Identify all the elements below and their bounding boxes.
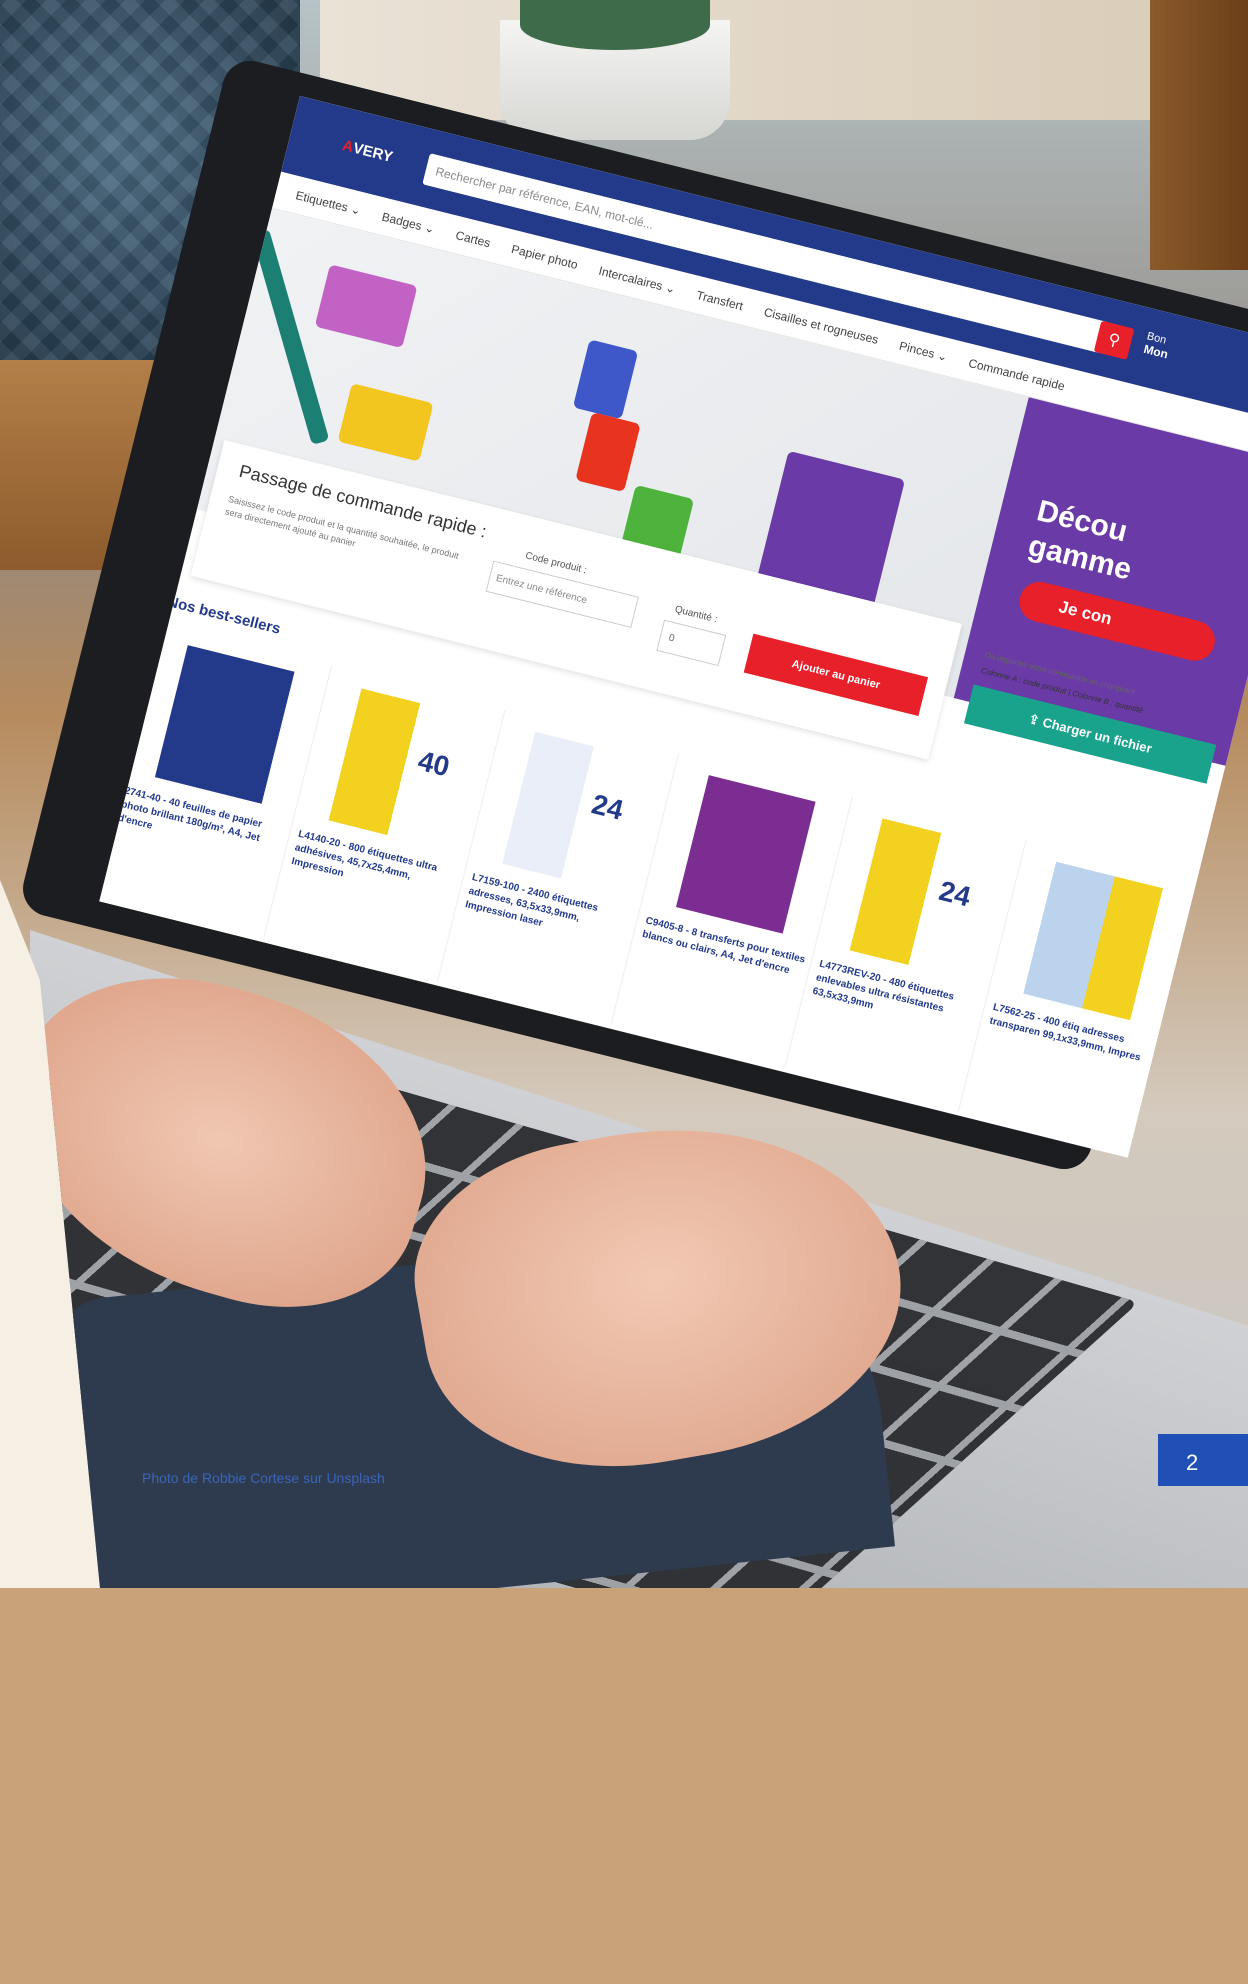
quantity-input[interactable]: 0 — [656, 619, 727, 667]
window — [320, 0, 1248, 120]
promo-title: Décou gamme — [1024, 494, 1135, 587]
product-image: 24 — [502, 731, 642, 891]
product-image — [154, 645, 295, 804]
plant — [520, 0, 710, 50]
page-number: 2 — [1158, 1434, 1248, 1486]
lanyard-image — [251, 228, 330, 446]
nav-item-intercalaires[interactable]: Intercalaires ⌄ — [597, 263, 677, 296]
nav-item-papier-photo[interactable]: Papier photo — [510, 241, 579, 271]
badge-image-yellow — [337, 383, 434, 462]
product-image: 40 — [328, 688, 469, 848]
product-image — [1023, 861, 1163, 1021]
nav-item-etiquettes[interactable]: Etiquettes ⌄ — [294, 188, 362, 218]
nav-item-cartes[interactable]: Cartes — [454, 228, 492, 250]
photo-scene: A VERY Rechercher par référence, EAN, mot… — [0, 0, 1248, 1588]
product-image — [675, 775, 816, 934]
nav-item-badges[interactable]: Badges ⌄ — [380, 209, 436, 236]
add-to-cart-button[interactable]: Ajouter au panier — [743, 633, 929, 717]
photo-credit: Photo de Robbie Cortese sur Unsplash — [142, 1470, 385, 1486]
badge-image-pink — [314, 264, 418, 349]
nav-item-transfert[interactable]: Transfert — [695, 288, 745, 313]
badge-image-blue — [572, 339, 639, 420]
nav-item-pinces[interactable]: Pinces ⌄ — [898, 338, 949, 364]
quantity-label: Quantité : — [673, 604, 719, 626]
search-button[interactable]: ⚲ — [1093, 320, 1135, 360]
window-frame — [1150, 0, 1248, 270]
avery-logo[interactable]: A VERY — [330, 128, 405, 174]
badge-image-red — [575, 412, 641, 493]
product-image: 24 — [849, 818, 990, 977]
search-icon: ⚲ — [1106, 331, 1122, 351]
